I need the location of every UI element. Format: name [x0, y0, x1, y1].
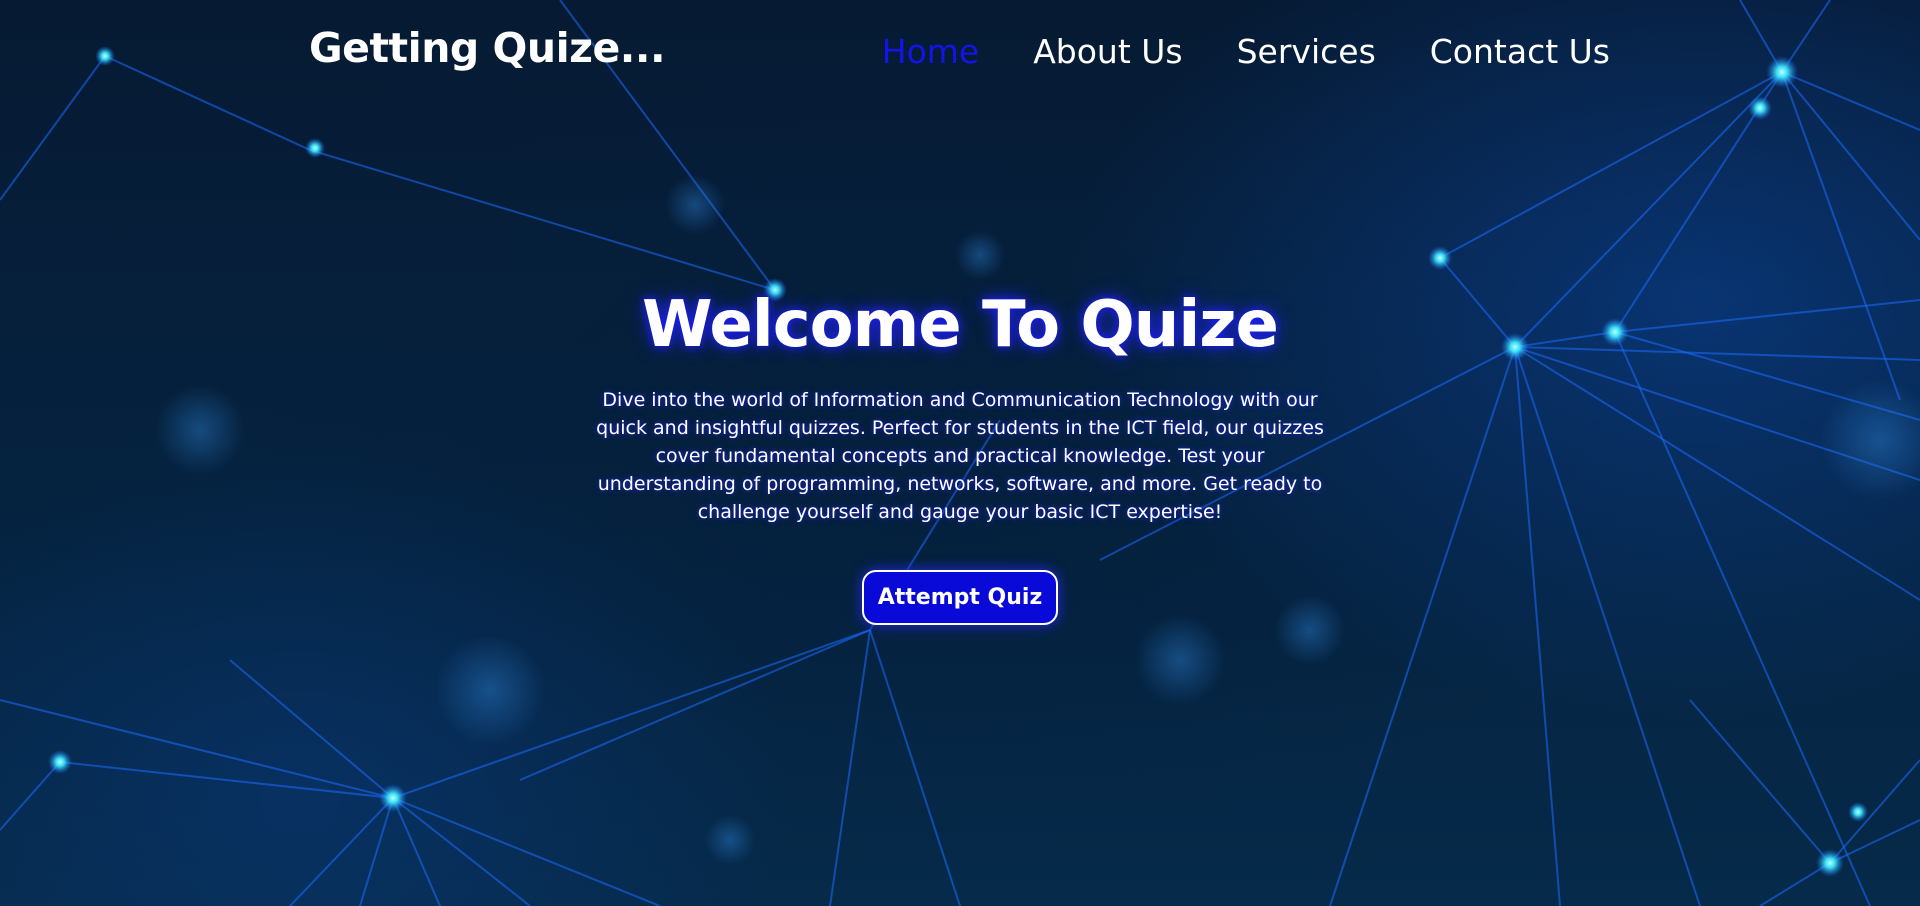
hero-title: Welcome To Quize — [642, 288, 1279, 362]
attempt-quiz-button[interactable]: Attempt Quiz — [861, 570, 1059, 625]
site-header: Getting Quize... Home About Us Services … — [0, 0, 1920, 110]
nav-link-about-us[interactable]: About Us — [1033, 32, 1182, 71]
nav-link-services[interactable]: Services — [1237, 32, 1376, 71]
main-nav: Home About Us Services Contact Us — [882, 32, 1610, 71]
hero-description: Dive into the world of Information and C… — [596, 389, 1324, 523]
nav-link-contact-us[interactable]: Contact Us — [1430, 32, 1610, 71]
page: Getting Quize... Home About Us Services … — [0, 0, 1920, 906]
hero-section: Welcome To Quize Dive into the world of … — [560, 288, 1360, 625]
nav-link-home[interactable]: Home — [882, 32, 979, 71]
site-logo[interactable]: Getting Quize... — [309, 24, 666, 72]
